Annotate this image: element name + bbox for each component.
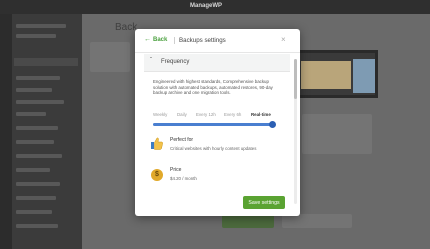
price-value: $4.20 / month <box>170 176 197 181</box>
modal-title: Backups settings <box>179 37 226 44</box>
sidebar-item[interactable] <box>16 24 66 28</box>
background-card <box>302 114 372 154</box>
chevron-up-icon: ˆ <box>150 58 152 64</box>
sidebar-item[interactable] <box>16 168 50 172</box>
scrollbar-thumb[interactable] <box>294 59 297 99</box>
frequency-option-selected[interactable]: Real-time <box>251 112 271 117</box>
close-icon[interactable]: × <box>281 35 286 44</box>
arrow-left-icon: ← <box>144 36 151 43</box>
background-card <box>282 214 352 228</box>
slider-fill <box>153 123 273 126</box>
sidebar-item[interactable] <box>16 88 52 92</box>
frequency-option[interactable]: Weekly <box>153 112 167 117</box>
scrollbar[interactable] <box>294 59 297 204</box>
price-title: Price <box>170 167 182 173</box>
sidebar-item[interactable] <box>16 34 56 38</box>
page-title: Back <box>115 22 138 33</box>
frequency-option[interactable]: Every 12h <box>196 112 216 117</box>
frequency-section-header[interactable]: ˆ Frequency <box>144 54 290 72</box>
back-label: Back <box>153 37 168 43</box>
sidebar-item[interactable] <box>16 182 60 186</box>
sidebar-item[interactable] <box>16 112 46 116</box>
slider-handle[interactable] <box>269 121 276 128</box>
modal-header: ← Back Backups settings × <box>135 29 300 53</box>
divider <box>174 37 175 44</box>
icon-rail <box>0 14 12 249</box>
frequency-option[interactable]: Daily <box>177 112 187 117</box>
sidebar-item[interactable] <box>16 196 56 200</box>
top-bar: ManageWP <box>0 0 430 14</box>
sidebar-item[interactable] <box>16 100 64 104</box>
sidebar-item[interactable] <box>16 210 52 214</box>
sidebar-item[interactable] <box>16 126 58 130</box>
sidebar <box>0 14 82 249</box>
price-icon: $ <box>151 169 163 181</box>
frequency-slider[interactable] <box>153 121 276 128</box>
thumbs-up-icon <box>151 137 163 150</box>
sidebar-selected-item[interactable] <box>14 58 78 66</box>
frequency-option[interactable]: Every 6h <box>224 112 241 117</box>
back-button[interactable]: ← Back <box>144 36 168 43</box>
section-title: Frequency <box>161 59 190 65</box>
frequency-options: Weekly Daily Every 12h Every 6h Real-tim… <box>153 112 281 120</box>
website-thumbnail <box>294 50 378 98</box>
save-settings-button[interactable]: Save settings <box>243 196 285 209</box>
modal-content: ˆ Frequency <box>144 54 290 206</box>
plan-description: Engineered with highest standards, Compr… <box>153 79 273 96</box>
sidebar-item[interactable] <box>16 154 62 158</box>
sidebar-item[interactable] <box>16 224 58 228</box>
background-card <box>90 42 130 72</box>
perfect-for-title: Perfect for <box>170 137 194 143</box>
sidebar-item[interactable] <box>16 76 60 80</box>
perfect-for-text: Critical websites with hourly content up… <box>170 146 257 151</box>
sidebar-item[interactable] <box>16 140 54 144</box>
background-button[interactable] <box>222 214 274 228</box>
brand-logo: ManageWP <box>190 3 223 9</box>
